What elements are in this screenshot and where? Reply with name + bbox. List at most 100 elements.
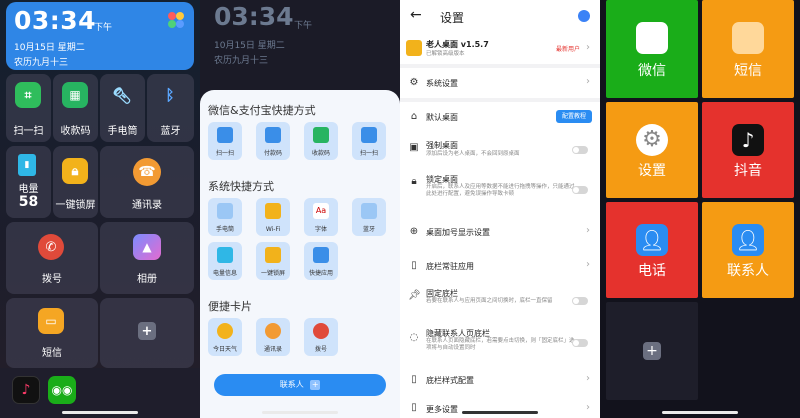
phone-tile[interactable]: 👤︎ 电话 [606,202,698,298]
grid-code-icon: ▦ [62,82,88,108]
default-desktop-label: 默认桌面 [426,113,458,122]
app-tag: 最新用户 [555,46,580,53]
shortcut-battery[interactable]: 电量信息 [208,242,242,280]
dim-clock-lunar: 农历九月十三 [214,56,269,66]
add-tile[interactable]: + [606,302,698,400]
settings-topbar: ← 设置 [400,0,600,34]
section-title-system: 系统快捷方式 [208,180,274,193]
home-icon: ⌂ [410,111,418,122]
dial-label: 拨号 [42,274,62,285]
flashlight-tile[interactable]: 🔦︎ 手电筒 [100,74,145,142]
lock-desktop-toggle[interactable] [572,186,588,194]
plus-icon: + [138,322,156,340]
settings-tile[interactable]: ⚙ 设置 [606,102,698,198]
lock-desktop-row[interactable]: 🔒︎ 锁定桌面 开启后，联系人及应用等数据不能进行拖拽等操作，只能通过此处进行配… [400,172,600,212]
pay-code-tile[interactable]: ▦ 收款码 [53,74,98,142]
shortcut-scan-alipay[interactable]: 扫一扫 [352,122,386,160]
battery-tile[interactable]: ▮ 电量 58 [6,146,51,218]
home-indicator[interactable] [62,411,138,414]
shortcut-pay-code[interactable]: 付款码 [256,122,290,160]
force-desktop-toggle[interactable] [572,146,588,154]
bar-style-label: 底栏样式配置 [426,376,474,385]
shortcut-lock[interactable]: 一键锁屏 [256,242,290,280]
home-indicator[interactable] [662,411,738,414]
shortcut-font[interactable]: Aa 字体 [304,198,338,236]
fixed-bar-toggle[interactable] [572,297,588,305]
scan-icon [361,127,377,143]
wechat-icon[interactable]: ◉◉ [48,376,76,404]
phone-device-icon: ▯ [411,374,417,385]
contacts-button[interactable]: 联系人 + [214,374,386,396]
plus-circle-icon: ⊕ [409,226,419,237]
bottom-apps-row[interactable]: ▯ 底栏常驻应用 › [400,256,600,278]
section-title-wechat-alipay: 微信&支付宝快捷方式 [208,104,316,117]
barcode-icon [265,127,281,143]
shortcut-label: 通讯录 [263,346,282,353]
card-dial[interactable]: 拨号 [304,318,338,356]
home-indicator[interactable] [262,411,338,414]
dim-clock-date: 10月15日 星期二 [214,41,285,51]
contacts-button-label: 联系人 [279,380,304,389]
chevron-right-icon: › [586,373,590,384]
page-title: 设置 [440,11,465,25]
clock-date: 10月15日 星期二 [14,43,85,53]
douyin-label: 抖音 [734,163,762,179]
menu-icon[interactable] [578,10,590,22]
hide-contact-bar-row[interactable]: ◌ 隐藏联系人页底栏 在联系人页面隐藏底栏，若需要点击切换，则「固定底栏」选项将… [400,326,600,360]
app-info-row[interactable]: 老人桌面 v1.5.7 已解锁高级版本 最新用户 › [400,34,600,64]
wechat-tile[interactable]: 微信 [606,0,698,98]
default-desktop-row[interactable]: ⌂ 默认桌面 配置教程 [400,104,600,130]
plus-icon: + [643,342,661,360]
douyin-tile[interactable]: ♪ 抖音 [702,102,794,198]
phone-icon: ✆ [38,234,64,260]
contacts-tile[interactable]: ☎ 通讯录 [100,146,194,218]
force-desktop-label: 强制桌面 [426,141,458,150]
shortcut-receive-code[interactable]: 收款码 [304,122,338,160]
shortcut-label: 收款码 [311,150,330,157]
contacts-tile[interactable]: 👤︎ 联系人 [702,202,794,298]
bottom-apps-label: 底栏常驻应用 [426,262,474,271]
lock-screen-label: 一键锁屏 [55,200,96,211]
bar-style-row[interactable]: ▯ 底栏样式配置 › [400,370,600,392]
scan-tile[interactable]: ⌗ 扫一扫 [6,74,51,142]
add-tile[interactable]: + [100,298,194,368]
gear-icon: ⚙ [409,77,419,88]
chevron-right-icon: › [586,259,590,270]
clock-ampm: 下午 [94,23,113,33]
bluetooth-tile[interactable]: ᛒ 蓝牙 [147,74,194,142]
card-weather[interactable]: 今日天气 [208,318,242,356]
card-contacts[interactable]: 通讯录 [256,318,290,356]
config-tutorial-button[interactable]: 配置教程 [556,110,592,123]
album-tile[interactable]: ▲ 相册 [100,222,194,294]
sms-tile[interactable]: ▭ 短信 [6,298,98,368]
shortcut-label: 快捷应用 [308,270,333,277]
hide-contact-bar-toggle[interactable] [572,339,588,347]
apps-icon [313,247,329,263]
shortcut-bluetooth[interactable]: 蓝牙 [352,198,386,236]
album-label: 相册 [137,274,157,285]
add-display-row[interactable]: ⊕ 桌面加号显示设置 › [400,222,600,244]
fixed-bar-row[interactable]: 📌︎ 固定底栏 若要在联系人与应用页面之间切换时，底栏一直保留 [400,286,600,318]
bluetooth-icon: ᛒ [165,86,175,104]
flower-icon [168,12,184,28]
scan-label: 扫一扫 [13,126,44,137]
lock-screen-tile[interactable]: 🔒︎ 一键锁屏 [53,146,98,218]
sms-tile[interactable]: 短信 [702,0,794,98]
shortcut-scan[interactable]: 扫一扫 [208,122,242,160]
shortcut-quick-apps[interactable]: 快捷应用 [304,242,338,280]
clock-time: 03:34 [14,6,97,35]
back-arrow-icon[interactable]: ← [410,7,422,23]
more-row[interactable]: ▯ 更多设置 › [400,400,600,418]
hide-contact-bar-sub: 在联系人页面隐藏底栏，若需要点击切换，则「固定底栏」选项将与自动设置同时 [426,338,575,351]
shortcut-flashlight[interactable]: 手电筒 [208,198,242,236]
force-desktop-row[interactable]: ▣ 强制桌面 添加后设为老人桌面，不会回到原桌面 [400,138,600,168]
wechat-label: 微信 [638,63,666,79]
douyin-icon[interactable]: ♪ [12,376,40,404]
clock-lunar: 农历九月十三 [14,58,69,68]
shortcut-wifi[interactable]: Wi-Fi [256,198,290,236]
clock-widget[interactable]: 03:34 下午 10月15日 星期二 农历九月十三 [6,2,194,70]
system-settings-row[interactable]: ⚙ 系统设置 › [400,70,600,96]
dial-tile[interactable]: ✆ 拨号 [6,222,98,294]
home-indicator[interactable] [462,411,538,414]
message-icon: ▭ [38,308,64,334]
